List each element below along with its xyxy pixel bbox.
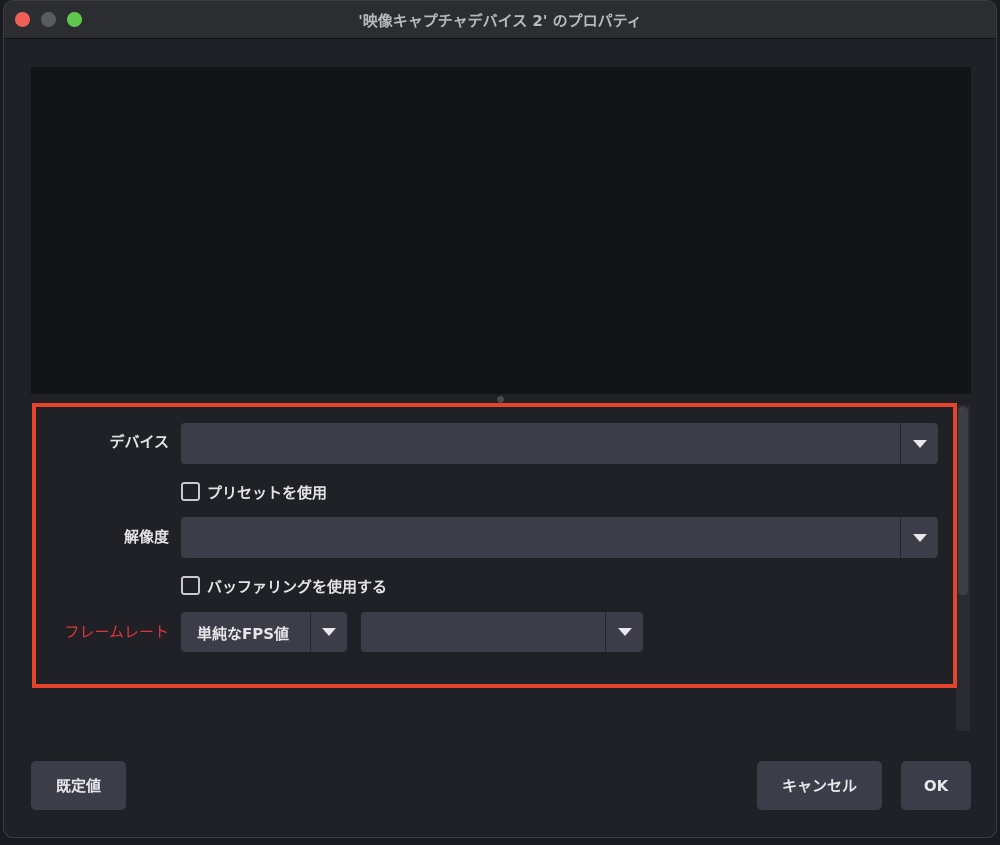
splitter-handle[interactable] [497,396,504,403]
scrollbar-thumb[interactable] [958,407,968,595]
chevron-down-icon[interactable] [606,612,643,652]
chevron-down-icon[interactable] [901,423,938,464]
resolution-dropdown[interactable] [181,517,938,558]
chevron-down-icon[interactable] [901,517,938,558]
framerate-label: フレームレート [64,623,169,641]
defaults-button[interactable]: 既定値 [31,761,126,810]
buffering-checkbox[interactable] [181,576,200,595]
ok-button[interactable]: OK [901,761,971,810]
video-preview-area [31,67,971,394]
preset-checkbox[interactable] [181,482,200,501]
framerate-mode-value: 単純なFPS値 [197,625,290,643]
framerate-mode-dropdown[interactable]: 単純なFPS値 [181,612,347,652]
resolution-label: 解像度 [123,528,169,546]
properties-window: '映像キャプチャデバイス 2' のプロパティ デバイス プリセットを使用 解像度… [3,0,997,838]
device-label: デバイス [109,433,169,451]
buffering-checkbox-label[interactable]: バッファリングを使用する [207,576,387,597]
device-dropdown[interactable] [181,423,938,464]
preset-checkbox-label[interactable]: プリセットを使用 [207,482,327,503]
window-title: '映像キャプチャデバイス 2' のプロパティ [358,12,642,30]
title-bar: '映像キャプチャデバイス 2' のプロパティ [4,1,996,39]
cancel-button[interactable]: キャンセル [757,761,882,810]
framerate-value-dropdown[interactable] [361,612,643,652]
chevron-down-icon[interactable] [311,612,347,652]
